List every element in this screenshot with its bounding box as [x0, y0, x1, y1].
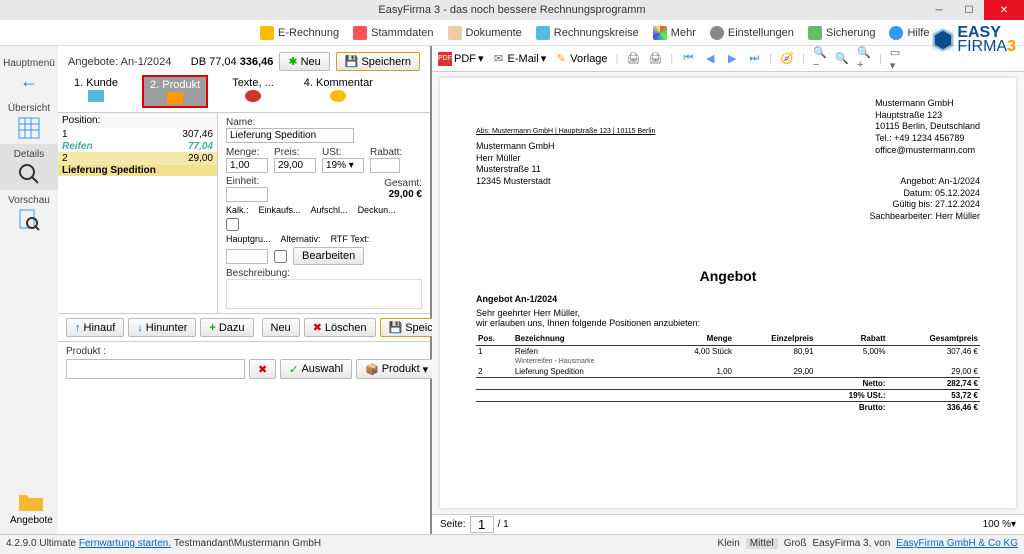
save-icon: 💾 — [345, 55, 359, 68]
rail-angebote[interactable]: Angebote — [10, 491, 53, 526]
rail-details[interactable]: Details — [0, 144, 58, 190]
doc-meta: Angebot: An-1/2024Datum: 05.12.2024Gülti… — [869, 176, 980, 223]
hauptgruppe-select[interactable] — [226, 249, 268, 264]
produkt-button[interactable]: 📦Produkt ▾ — [356, 359, 437, 379]
position-name[interactable]: Reifen 77,04 — [58, 141, 217, 152]
toolbar-stammdaten[interactable]: Stammdaten — [353, 26, 433, 40]
invoice-page: Mustermann GmbHHauptstraße 12310115 Berl… — [440, 78, 1016, 508]
vorlage-button[interactable]: ✎Vorlage — [554, 52, 607, 66]
rail-uebersicht[interactable]: Übersicht — [0, 98, 58, 144]
hinauf-button[interactable]: ↑Hinauf — [66, 318, 124, 337]
loeschen-button[interactable]: ✖Löschen — [304, 318, 376, 337]
status-bar: 4.2.9.0 Ultimate Fernwartung starten. Te… — [0, 534, 1024, 552]
toolbar-sicherung[interactable]: Sicherung — [808, 26, 876, 40]
toolbar-dokumente[interactable]: Dokumente — [448, 26, 522, 40]
position-detail: Name: Menge: Preis: USt: Rabatt: Einheit… — [218, 113, 430, 313]
title-bar: EasyFirma 3 - das noch bessere Rechnungs… — [0, 0, 1024, 20]
salutation: Sehr geehrter Herr Müller, — [476, 308, 980, 318]
hinunter-button[interactable]: ↓Hinunter — [128, 318, 196, 337]
dazu-button[interactable]: +Dazu — [200, 318, 253, 337]
doc-heading: Angebot — [476, 268, 980, 284]
produkt-search-input[interactable] — [66, 359, 245, 379]
position-name-selected[interactable]: Lieferung Spedition — [58, 165, 217, 176]
beschreibung-text[interactable] — [226, 279, 422, 309]
position-row[interactable]: 1307,46 — [58, 128, 217, 141]
print-icon[interactable]: 🖨 — [626, 52, 640, 66]
quick-print-icon[interactable]: 🖨 — [648, 52, 662, 66]
compass-icon[interactable]: 🧭 — [780, 52, 794, 66]
toolbar-hilfe[interactable]: Hilfe — [889, 26, 929, 40]
clear-button[interactable]: ✖ — [249, 359, 276, 379]
close-button[interactable]: ✕ — [984, 0, 1024, 20]
app-title: EasyFirma 3 - das noch bessere Rechnungs… — [378, 4, 645, 16]
prev-page-icon[interactable]: ◀ — [703, 52, 717, 66]
rabatt-input[interactable] — [370, 158, 400, 173]
page-layout-icon[interactable]: ▭ ▾ — [890, 52, 904, 66]
toolbar-einstellungen[interactable]: Einstellungen — [710, 26, 794, 40]
app-logo: EASYFIRMA3 — [929, 20, 1016, 60]
grid-icon — [15, 116, 43, 140]
editor-pane: Angebote: An-1/2024 DB 77,04 336,46 ✱Neu… — [58, 46, 432, 534]
menge-input[interactable] — [226, 158, 268, 173]
zoom-in-icon[interactable]: 🔍+ — [857, 52, 871, 66]
folder-icon — [17, 491, 45, 513]
main-toolbar: E-Rechnung Stammdaten Dokumente Rechnung… — [0, 20, 1024, 46]
next-page-icon[interactable]: ▶ — [725, 52, 739, 66]
rail-main-menu[interactable]: Hauptmenü ← — [0, 52, 58, 98]
size-klein[interactable]: Klein — [718, 538, 740, 549]
email-button[interactable]: ✉E-Mail ▾ — [492, 52, 547, 66]
vendor-link[interactable]: EasyFirma GmbH & Co KG — [896, 538, 1018, 549]
auswahl-button[interactable]: ✓Auswahl — [280, 359, 352, 379]
detail-neu-button[interactable]: Neu — [262, 318, 300, 337]
toolbar-mehr[interactable]: Mehr — [653, 26, 696, 40]
minimize-button[interactable]: ─ — [924, 0, 954, 20]
position-row-selected[interactable]: 229,00 — [58, 152, 217, 165]
name-input[interactable] — [226, 128, 354, 143]
doc-ref: Angebot An-1/2024 — [476, 294, 980, 304]
position-list: Position: 1307,46 Reifen 77,04 229,00 Li… — [58, 113, 218, 313]
ust-select[interactable] — [322, 158, 364, 173]
rail-vorschau[interactable]: Vorschau — [0, 190, 58, 236]
toolbar-erechnung[interactable]: E-Rechnung — [260, 26, 339, 40]
back-arrow-icon: ← — [20, 71, 38, 92]
preview-icon — [15, 208, 43, 232]
zoom-reset-icon[interactable]: 🔍 — [835, 52, 849, 66]
preview-pane: PDFPDF ▾ ✉E-Mail ▾ ✎Vorlage | 🖨 🖨 | ⏮ ◀ … — [432, 46, 1024, 534]
fernwartung-link[interactable]: Fernwartung starten. — [79, 538, 171, 549]
first-page-icon[interactable]: ⏮ — [681, 52, 695, 66]
zoom-value: 100 % — [983, 519, 1011, 530]
last-page-icon[interactable]: ⏭ — [747, 52, 761, 66]
db-value: DB 77,04 336,46 — [191, 56, 274, 68]
magnifier-icon — [15, 162, 43, 186]
intro-text: wir erlauben uns, Ihnen folgende Positio… — [476, 318, 980, 328]
maximize-button[interactable]: ☐ — [954, 0, 984, 20]
bearbeiten-button[interactable]: Bearbeiten — [293, 247, 364, 265]
invoice-table: Pos.BezeichnungMengeEinzelpreisRabattGes… — [476, 332, 980, 413]
alt-checkbox[interactable] — [274, 250, 287, 263]
tab-kommentar[interactable]: 4. Kommentar — [298, 75, 379, 108]
left-rail: Hauptmenü ← Übersicht Details Vorschau — [0, 46, 58, 534]
size-gross[interactable]: Groß — [784, 538, 807, 549]
einheit-select[interactable] — [226, 187, 268, 202]
zoom-out-icon[interactable]: 🔍− — [813, 52, 827, 66]
size-mittel[interactable]: Mittel — [746, 538, 778, 549]
doc-number: Angebote: An-1/2024 — [68, 56, 171, 68]
position-header: Position: — [58, 113, 217, 128]
pdf-button[interactable]: PDFPDF ▾ — [438, 52, 484, 66]
preis-input[interactable] — [274, 158, 316, 173]
gesamt-value: 29,00 € — [389, 189, 422, 200]
preview-footer: Seite: / 1 100 % ▾ — [432, 514, 1024, 534]
tab-produkt[interactable]: 2. Produkt — [142, 75, 208, 108]
tab-kunde[interactable]: 1. Kunde — [68, 75, 124, 108]
zoom-dropdown-icon[interactable]: ▾ — [1011, 519, 1016, 530]
page-input[interactable] — [470, 516, 494, 533]
save-button[interactable]: 💾Speichern — [336, 52, 420, 71]
company-address: Mustermann GmbHHauptstraße 12310115 Berl… — [875, 98, 980, 156]
tabs: 1. Kunde 2. Produkt Texte, ... 4. Kommen… — [58, 75, 430, 112]
kalk-checkbox[interactable] — [226, 218, 239, 231]
toolbar-rechnungskreise[interactable]: Rechnungskreise — [536, 26, 639, 40]
new-button[interactable]: ✱Neu — [279, 52, 329, 71]
tab-texte[interactable]: Texte, ... — [226, 75, 280, 108]
